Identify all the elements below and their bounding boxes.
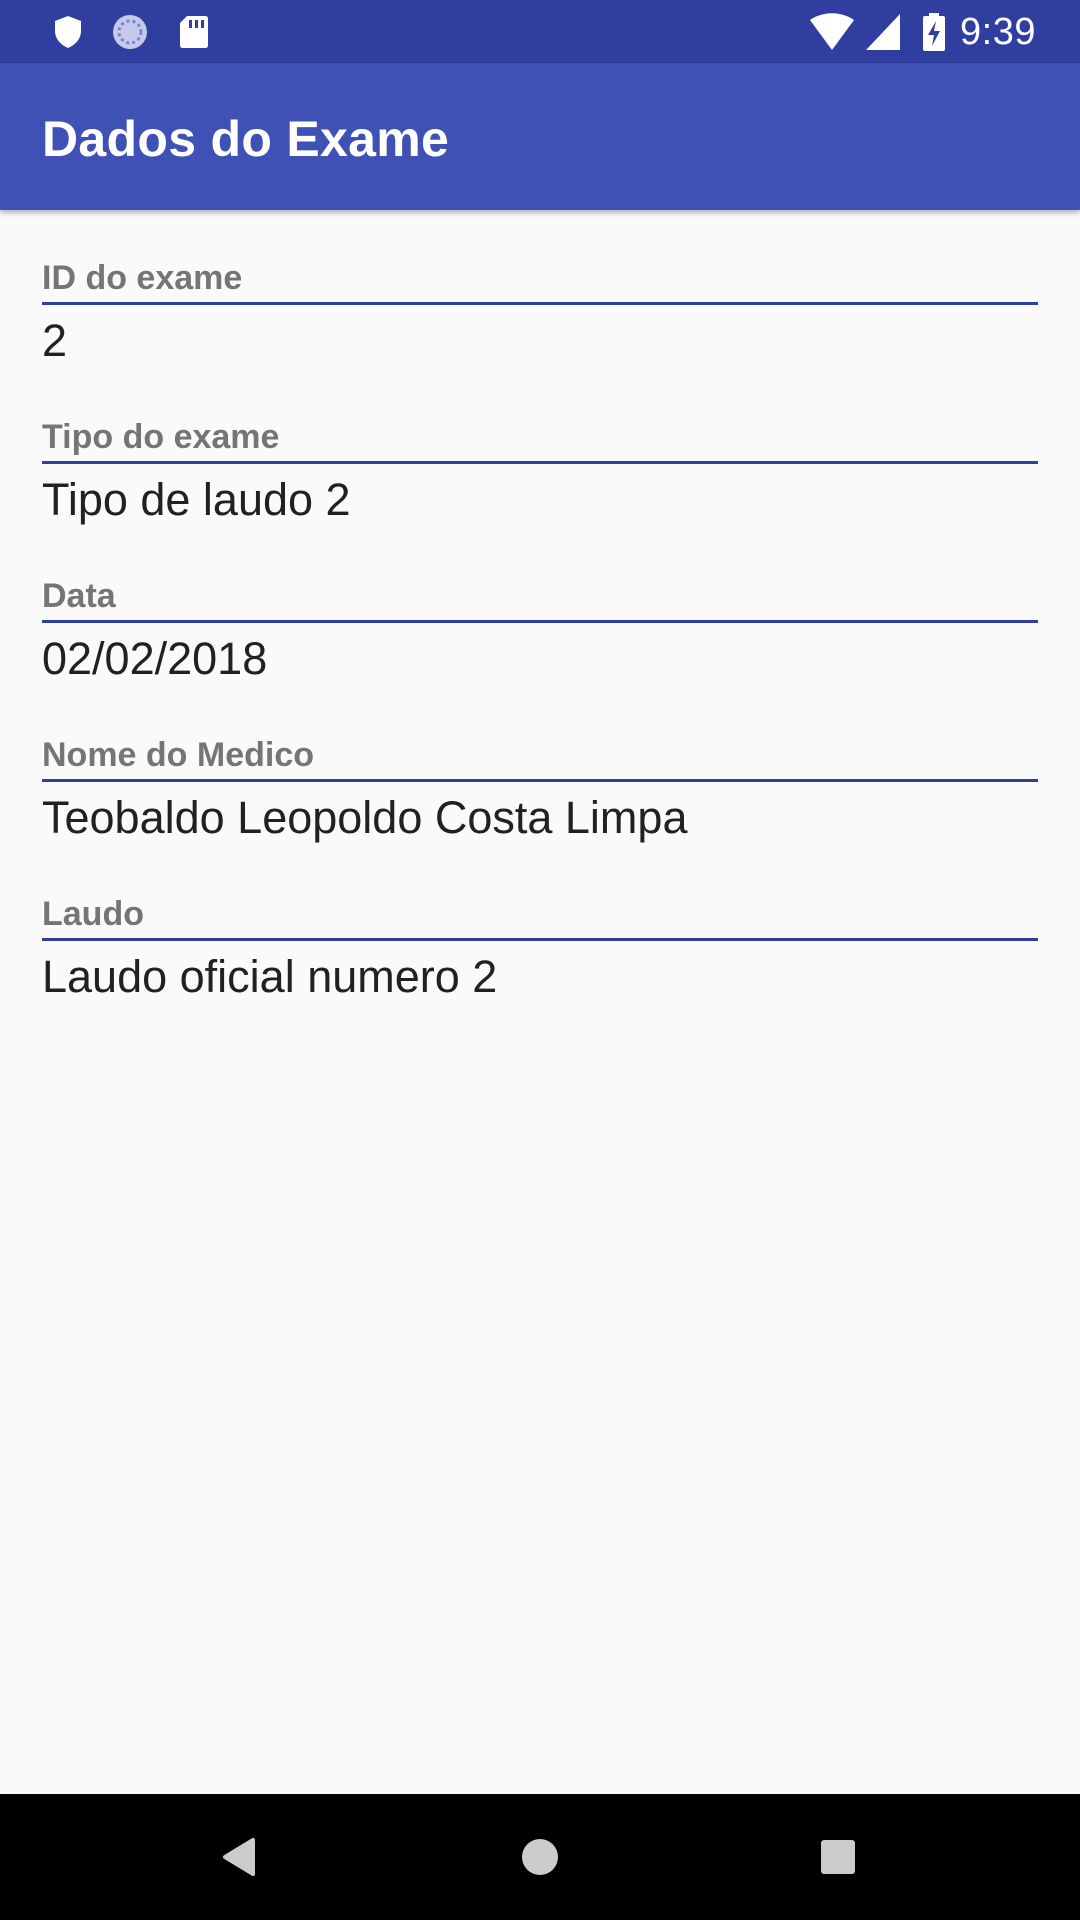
field-underline <box>42 461 1038 464</box>
field-value: Teobaldo Leopoldo Costa Limpa <box>42 792 688 843</box>
page-title: Dados do Exame <box>42 111 450 167</box>
recents-icon[interactable] <box>808 1827 868 1887</box>
sync-icon <box>113 15 147 49</box>
back-icon[interactable] <box>211 1827 271 1887</box>
app-bar: Dados do Exame <box>0 63 1080 210</box>
field-underline <box>42 779 1038 782</box>
field-value: 02/02/2018 <box>42 633 268 684</box>
field-value: 2 <box>42 315 68 366</box>
field-doctor-name[interactable]: Nome do Medico Teobaldo Leopoldo Costa L… <box>42 687 1038 843</box>
field-date[interactable]: Data 02/02/2018 <box>42 528 1038 684</box>
home-icon[interactable] <box>510 1827 570 1887</box>
field-underline <box>42 620 1038 623</box>
wifi-icon <box>810 13 854 50</box>
field-label: Tipo do exame <box>42 418 280 456</box>
status-bar: 9:39 <box>0 0 1080 63</box>
field-label: ID do exame <box>42 259 243 297</box>
field-underline <box>42 938 1038 941</box>
battery-charging-icon <box>923 13 945 51</box>
field-label: Nome do Medico <box>42 736 315 774</box>
field-label: Data <box>42 577 116 615</box>
field-underline <box>42 302 1038 305</box>
cell-signal-icon <box>866 14 900 50</box>
field-label: Laudo <box>42 895 144 933</box>
field-exam-type[interactable]: Tipo do exame Tipo de laudo 2 <box>42 369 1038 525</box>
field-value: Laudo oficial numero 2 <box>42 951 498 1002</box>
navigation-bar <box>0 1794 1080 1920</box>
sd-card-icon <box>180 16 208 48</box>
field-value: Tipo de laudo 2 <box>42 474 351 525</box>
shield-icon <box>55 16 81 48</box>
status-time: 9:39 <box>960 11 1036 53</box>
field-report[interactable]: Laudo Laudo oficial numero 2 <box>42 846 1038 1002</box>
field-exam-id[interactable]: ID do exame 2 <box>42 210 1038 366</box>
exam-details: ID do exame 2 Tipo do exame Tipo de laud… <box>0 210 1080 1794</box>
